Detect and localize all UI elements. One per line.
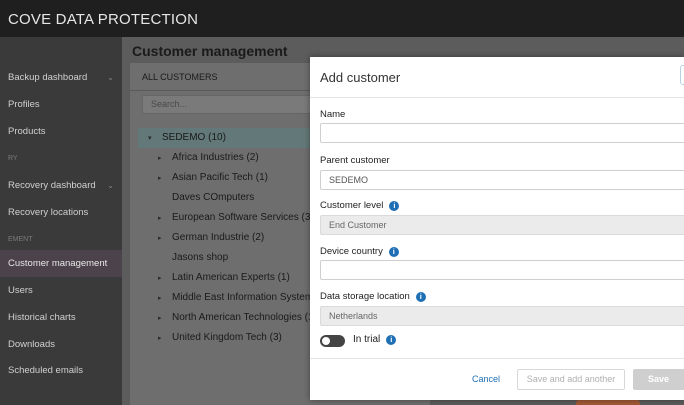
sidebar-item-downloads[interactable]: Downloads xyxy=(0,331,122,358)
panel-title: ALL CUSTOMERS xyxy=(142,72,218,82)
name-label-text: Name xyxy=(320,109,346,120)
sidebar-section-recovery: RY xyxy=(0,145,122,172)
sidebar-item-label: Products xyxy=(8,126,46,137)
info-icon[interactable]: i xyxy=(386,334,397,345)
dialog-corner-control[interactable] xyxy=(680,65,684,85)
toggle-knob xyxy=(322,337,330,345)
sidebar-item-profiles[interactable]: Profiles xyxy=(0,91,122,118)
sidebar-section-management: EMENT xyxy=(0,226,122,253)
cancel-button[interactable]: Cancel xyxy=(472,374,500,384)
sidebar-item-label: Recovery locations xyxy=(8,207,89,218)
tree-item-label: Latin American Experts (1) xyxy=(172,272,290,283)
tree-item-label: Daves COmputers xyxy=(172,192,255,203)
tree-item-label: Middle East Information System xyxy=(172,292,314,303)
sidebar-item-products[interactable]: Products xyxy=(0,118,122,145)
tree-item-label: European Software Services (3) xyxy=(172,212,314,223)
device-country-field[interactable] xyxy=(320,260,684,280)
sidebar-item-label: Recovery dashboard xyxy=(8,180,96,191)
tree-root-sedemo[interactable]: ▾ SEDEMO (10) xyxy=(138,128,320,148)
parent-customer-field[interactable]: SEDEMO xyxy=(320,170,684,190)
tree-item-label: United Kingdom Tech (3) xyxy=(172,332,282,343)
expand-arrow-icon[interactable]: ▸ xyxy=(158,329,172,349)
tree-item-label: North American Technologies (1 xyxy=(172,312,314,323)
search-input[interactable]: Search... xyxy=(142,95,322,114)
sidebar-item-recovery-locations[interactable]: Recovery locations xyxy=(0,199,122,226)
tree-item-label: Asian Pacific Tech (1) xyxy=(172,172,268,183)
tree-item[interactable]: ▸ Africa Industries (2) xyxy=(158,148,259,168)
tree-item-label: Jasons shop xyxy=(172,252,229,263)
info-icon[interactable]: i xyxy=(389,200,400,211)
divider xyxy=(310,358,684,359)
sidebar-item-label: Profiles xyxy=(8,99,40,110)
sidebar-item-scheduled-emails[interactable]: Scheduled emails xyxy=(0,357,122,384)
tree-item[interactable]: ▸ North American Technologies (1 xyxy=(158,308,314,328)
device-country-label-text: Device country xyxy=(320,246,383,257)
tree-item[interactable]: ▸ United Kingdom Tech (3) xyxy=(158,328,282,348)
tree-item[interactable]: ▸ Middle East Information System xyxy=(158,288,313,308)
expand-arrow-icon[interactable]: ▸ xyxy=(158,209,172,229)
sidebar-item-label: Downloads xyxy=(8,339,55,350)
sidebar-item-recovery-dashboard[interactable]: Recovery dashboard ⌄ xyxy=(0,172,122,199)
expand-arrow-icon[interactable]: ▸ xyxy=(158,309,172,329)
save-and-add-another-button[interactable]: Save and add another xyxy=(517,369,625,390)
parent-customer-label: Parent customer xyxy=(320,155,390,166)
parent-customer-label-text: Parent customer xyxy=(320,155,390,166)
divider xyxy=(310,97,684,98)
customer-level-label: Customer level i xyxy=(320,200,400,211)
sidebar-item-users[interactable]: Users xyxy=(0,277,122,304)
tree-item[interactable]: ▸ European Software Services (3) xyxy=(158,208,314,228)
data-storage-location-label-text: Data storage location xyxy=(320,291,410,302)
tree-item[interactable]: Jasons shop xyxy=(172,248,228,268)
customer-level-field: End Customer xyxy=(320,215,684,235)
tree-item[interactable]: ▸ Asian Pacific Tech (1) xyxy=(158,168,268,188)
tree-item[interactable]: ▸ Latin American Experts (1) xyxy=(158,268,290,288)
info-icon[interactable]: i xyxy=(388,246,399,257)
tree-item-label: German Industrie (2) xyxy=(172,232,265,243)
top-bar: COVE DATA PROTECTION xyxy=(0,0,684,37)
tree-item[interactable]: ▸ German Industrie (2) xyxy=(158,228,264,248)
sidebar-item-label: Scheduled emails xyxy=(8,365,83,376)
expand-arrow-icon[interactable]: ▸ xyxy=(158,169,172,189)
sidebar: Backup dashboard ⌄ Profiles Products RY R… xyxy=(0,37,122,405)
expand-arrow-icon[interactable]: ▸ xyxy=(158,149,172,169)
expand-arrow-icon[interactable]: ▸ xyxy=(158,269,172,289)
sidebar-section-label: RY xyxy=(8,155,18,162)
name-label: Name xyxy=(320,109,345,120)
sidebar-item-customer-management[interactable]: Customer management xyxy=(0,250,122,277)
sidebar-item-label: Historical charts xyxy=(8,312,76,323)
sidebar-item-historical-charts[interactable]: Historical charts xyxy=(0,304,122,331)
name-field[interactable] xyxy=(320,123,684,143)
chevron-down-icon: ⌄ xyxy=(107,73,114,82)
app-title: COVE DATA PROTECTION xyxy=(8,11,199,28)
page-title: Customer management xyxy=(132,43,288,59)
info-icon[interactable]: i xyxy=(415,291,426,302)
data-storage-location-label: Data storage location i xyxy=(320,291,426,302)
collapse-arrow-icon[interactable]: ▾ xyxy=(148,129,162,149)
sidebar-item-label: Customer management xyxy=(8,258,108,269)
chevron-down-icon: ⌄ xyxy=(107,181,114,190)
sidebar-item-label: Users xyxy=(8,285,33,296)
save-button[interactable]: Save xyxy=(633,369,684,390)
expand-arrow-icon[interactable]: ▸ xyxy=(158,229,172,249)
data-storage-location-field: Netherlands xyxy=(320,306,684,326)
dialog-title: Add customer xyxy=(320,70,401,85)
in-trial-label: In trial i xyxy=(353,334,397,345)
sidebar-item-label: Backup dashboard xyxy=(8,72,88,83)
device-country-label: Device country i xyxy=(320,246,399,257)
expand-arrow-icon[interactable]: ▸ xyxy=(158,289,172,309)
customer-level-label-text: Customer level xyxy=(320,200,384,211)
add-customer-dialog: Add customer Name Parent customer SEDEMO… xyxy=(310,57,684,400)
tree-item-label: Africa Industries (2) xyxy=(172,152,259,163)
sidebar-item-backup-dashboard[interactable]: Backup dashboard ⌄ xyxy=(0,64,122,91)
tree-root-label: SEDEMO (10) xyxy=(162,132,226,143)
in-trial-label-text: In trial xyxy=(353,334,381,345)
sidebar-section-label: EMENT xyxy=(8,236,33,243)
tree-item[interactable]: Daves COmputers xyxy=(172,188,254,208)
in-trial-toggle[interactable] xyxy=(320,335,345,347)
